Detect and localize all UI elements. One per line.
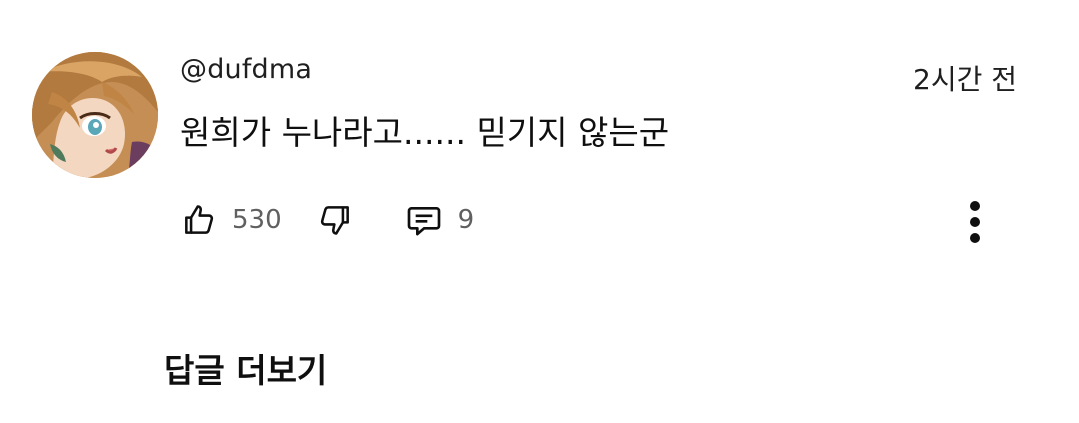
comment-text: 원희가 누나라고...... 믿기지 않는군 (180, 113, 670, 152)
thumbs-up-icon (185, 205, 214, 234)
username[interactable]: @dufdma (180, 53, 312, 87)
avatar[interactable] (32, 52, 158, 178)
avatar-image (32, 52, 158, 178)
reply-button[interactable]: 9 (404, 200, 475, 240)
more-vert-icon (970, 201, 980, 243)
more-options-button[interactable] (952, 196, 998, 248)
reply-count: 9 (457, 205, 475, 235)
dislike-button[interactable] (316, 200, 354, 240)
timestamp: 2시간 전 (913, 63, 1017, 96)
like-button[interactable]: 530 (180, 200, 282, 240)
like-count: 530 (232, 205, 282, 235)
comment-item: @dufdma 2시간 전 원희가 누나라고...... 믿기지 않는군 530… (0, 0, 1079, 423)
comment-icon (407, 207, 440, 236)
thumbs-down-icon (320, 206, 349, 235)
more-replies-button[interactable]: 답글 더보기 (164, 350, 327, 392)
comment-actions: 530 9 (180, 196, 474, 244)
